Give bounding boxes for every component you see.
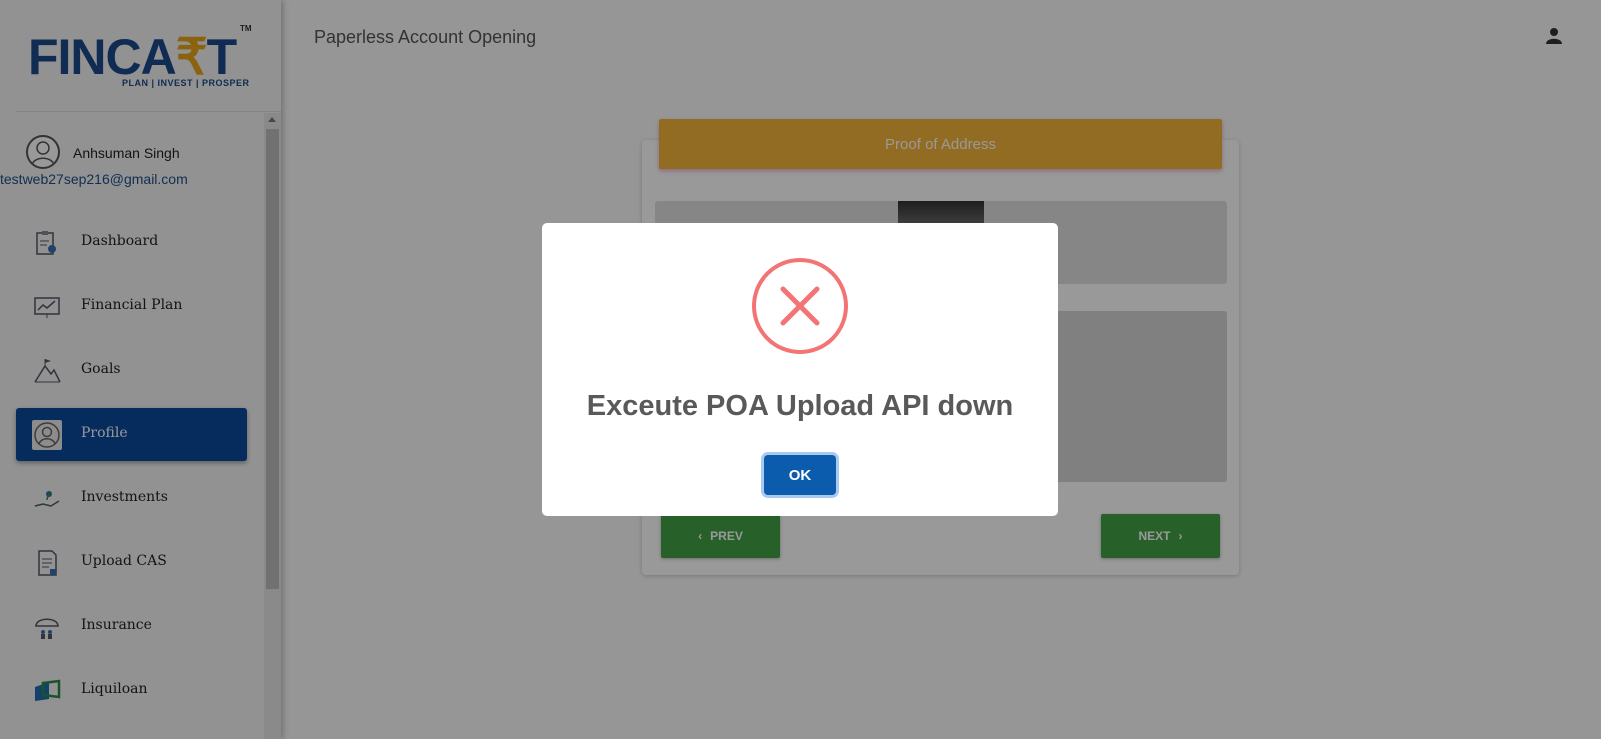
error-x-icon (752, 258, 848, 354)
ok-button[interactable]: OK (764, 455, 836, 495)
dialog-title: Exceute POA Upload API down (586, 390, 1014, 422)
error-dialog: Exceute POA Upload API down OK (542, 223, 1058, 516)
